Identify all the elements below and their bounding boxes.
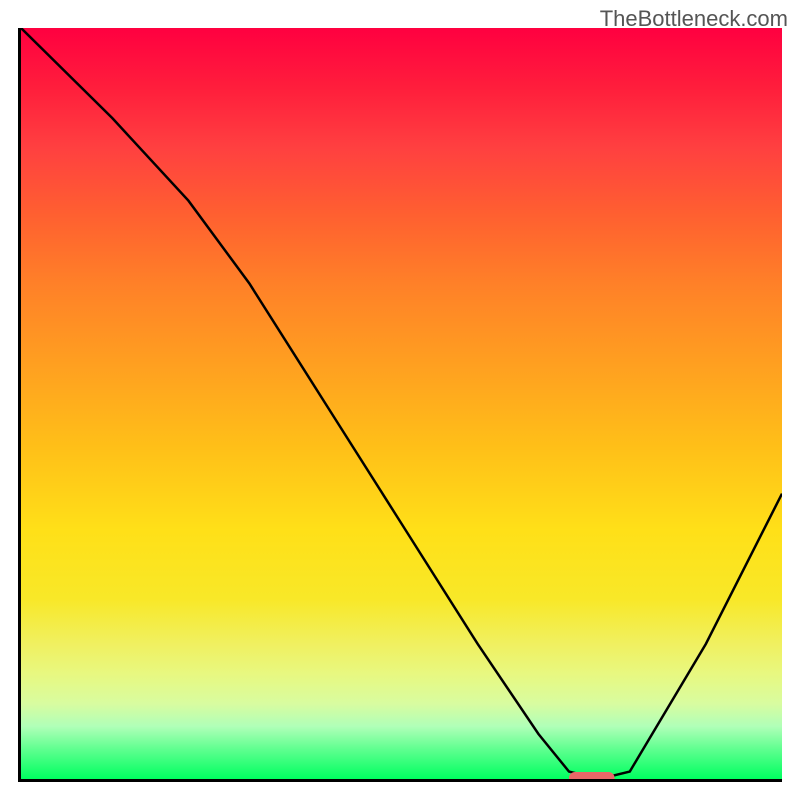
optimal-marker [569, 772, 615, 779]
watermark-label: TheBottleneck.com [600, 6, 788, 32]
chart-container: TheBottleneck.com [0, 0, 800, 800]
bottleneck-curve [21, 28, 782, 779]
curve-layer [21, 28, 782, 779]
plot-area [18, 28, 782, 782]
